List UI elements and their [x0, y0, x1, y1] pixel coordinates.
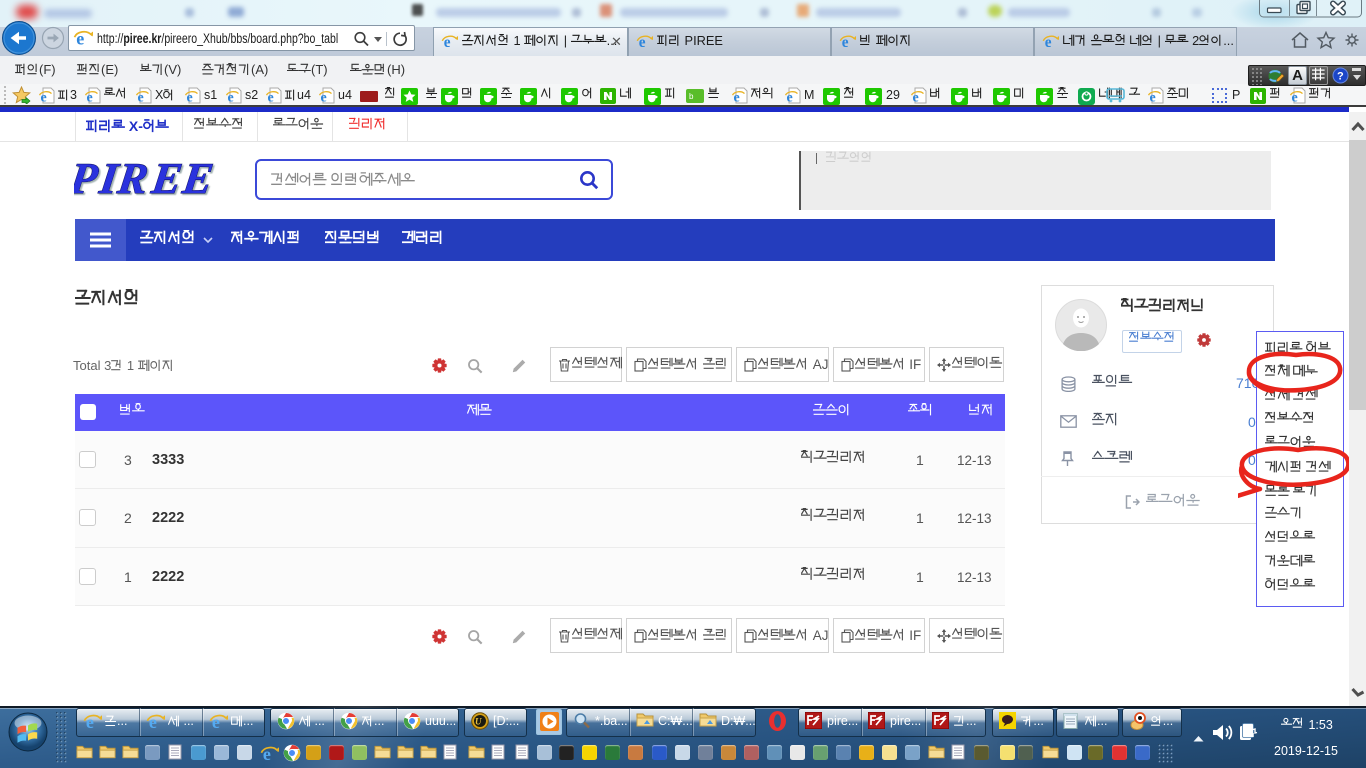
- svg-text:E: E: [179, 154, 216, 203]
- svg-text:E: E: [148, 154, 185, 203]
- svg-text:?: ?: [1337, 70, 1344, 82]
- svg-text:U: U: [475, 717, 482, 727]
- svg-text:b: b: [689, 92, 694, 101]
